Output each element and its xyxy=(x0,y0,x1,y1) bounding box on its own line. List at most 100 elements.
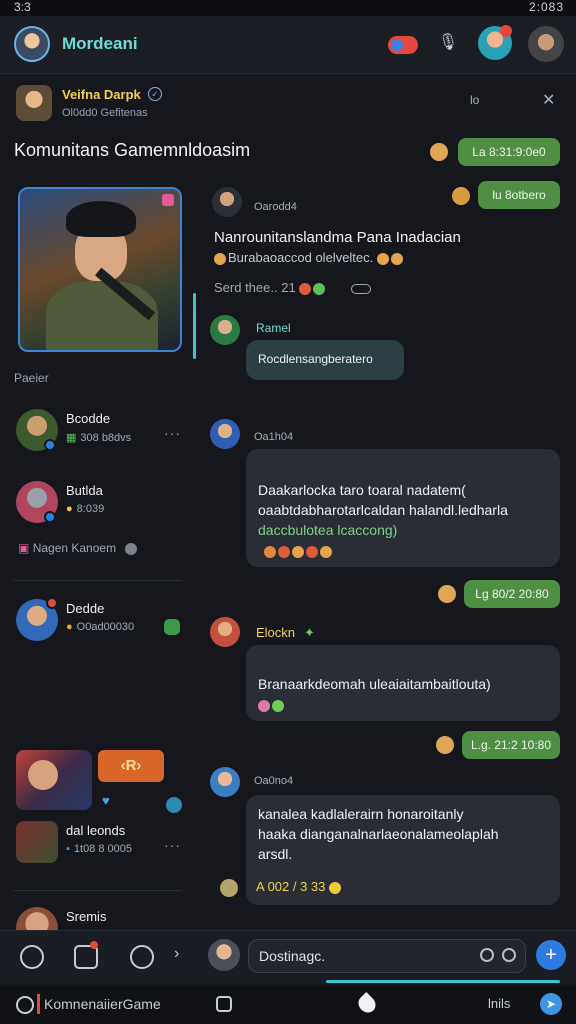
attach-icon[interactable] xyxy=(502,948,516,962)
reaction-row[interactable] xyxy=(264,543,334,561)
avatar[interactable] xyxy=(212,187,242,217)
avatar[interactable] xyxy=(210,767,240,797)
telegram-icon[interactable]: ➤ xyxy=(540,993,562,1015)
status-right: 2:083 xyxy=(528,0,564,14)
emoji-icon xyxy=(390,252,403,265)
message-meta-text: A 002 / 3 33 xyxy=(256,879,326,894)
more-icon[interactable]: ··· xyxy=(164,425,181,441)
contact-name: Bcodde xyxy=(66,411,111,426)
heart-icon[interactable]: ♥ xyxy=(102,793,110,808)
options-icon[interactable] xyxy=(350,283,371,294)
app-header: Mordeani 🎙 xyxy=(0,16,576,74)
coin-icon: ● xyxy=(66,503,73,515)
app-title: Mordeani xyxy=(62,34,138,53)
promo-button[interactable]: ‹R› xyxy=(98,750,164,782)
reaction-icon[interactable] xyxy=(220,879,238,897)
pin-icon[interactable] xyxy=(162,194,174,206)
message-bubble[interactable]: Branaarkdeomah uleaiaitambaitlouta) xyxy=(246,645,560,721)
list-item[interactable]: dal leonds ▪ 1t08 8 0005 ··· xyxy=(0,815,195,875)
brand-icon[interactable] xyxy=(16,996,34,1014)
controller-icon: ▪ xyxy=(66,843,70,855)
message-sender: Ramel xyxy=(256,321,291,335)
emoji-picker-icon[interactable] xyxy=(480,948,494,962)
divider xyxy=(14,580,182,581)
avatar[interactable] xyxy=(210,419,240,449)
brand-label[interactable]: KomnenaiierGame xyxy=(44,996,161,1012)
timestamp-pill[interactable]: L.g. 21:2 10:80 xyxy=(462,731,560,759)
list-item[interactable]: Dedde ● O0ad00030 xyxy=(0,593,195,653)
contact-meta: ▪ 1t08 8 0005 xyxy=(66,843,132,855)
message-bubble[interactable]: kanalea kadlalerairn honaroitanly haaka … xyxy=(246,795,560,905)
message-meta-text: Serd thee.. 21 xyxy=(214,280,296,295)
reaction-icon[interactable] xyxy=(438,585,456,603)
chat-subtitle: Ol0dd0 Gefitenas xyxy=(62,107,148,119)
message-text: Daakarlocka taro toaral nadatem( xyxy=(258,482,466,498)
compose-avatar[interactable] xyxy=(208,939,240,971)
avatar[interactable] xyxy=(210,617,240,647)
game-icon[interactable] xyxy=(164,619,180,635)
chat-name[interactable]: Veifna Darpk xyxy=(62,87,141,102)
message-bubble[interactable]: Rocdlensangberatero xyxy=(246,340,404,380)
message-bubble[interactable]: Daakarlocka taro toaral nadatem( oaabtda… xyxy=(246,449,560,567)
clock-icon[interactable] xyxy=(20,945,44,969)
coin-icon: ● xyxy=(66,621,73,633)
chevron-right-icon[interactable]: › xyxy=(174,945,179,963)
game-figure xyxy=(28,760,58,790)
timestamp-pill[interactable]: La 8:31:9:0e0 xyxy=(458,138,560,166)
message-sender: Oa1h04 xyxy=(254,431,294,443)
message-meta: A 002 / 3 33 xyxy=(256,879,343,894)
message-sender: Oa0no4 xyxy=(254,775,294,787)
featured-game-art[interactable] xyxy=(18,187,182,352)
more-icon[interactable]: ··· xyxy=(164,837,181,853)
my-avatar[interactable] xyxy=(14,26,50,62)
reaction-icon[interactable] xyxy=(430,143,448,161)
emoji-icon xyxy=(313,282,326,295)
timestamp-pill[interactable]: Lg 80/2 20:80 xyxy=(464,580,560,608)
window-icon[interactable] xyxy=(216,996,232,1012)
message-link[interactable]: daccbulotea lcaccong) xyxy=(258,521,397,540)
group-avatar[interactable] xyxy=(16,85,52,121)
more-button[interactable]: lo xyxy=(470,93,479,107)
mic-icon[interactable]: 🎙 xyxy=(436,32,460,56)
system-label[interactable]: lnils xyxy=(488,996,510,1011)
message-text: oaabtdabharotarlcaldan halandl.ledharla xyxy=(258,502,508,518)
collapse-icon[interactable]: ✕ xyxy=(542,90,555,110)
timestamp-pill[interactable]: lu 8otbero xyxy=(478,181,560,209)
emoji-icon xyxy=(292,545,304,558)
contact-meta-text: 308 b8dvs xyxy=(80,432,132,444)
chat-header: Veifna Darpk ✓ Ol0dd0 Gefitenas lo ✕ xyxy=(0,75,576,137)
contact-meta-text: O0ad00030 xyxy=(76,621,135,633)
list-item[interactable]: Bcodde ▦ 308 b8dvs ··· xyxy=(0,403,195,463)
game-thumbnail[interactable] xyxy=(16,750,92,810)
message-subtitle-text: Burabaoaccod olelveltec. xyxy=(228,250,374,265)
live-toggle[interactable] xyxy=(388,36,418,54)
list-item[interactable]: ▣ Nagen Kanoem xyxy=(18,541,138,555)
send-button[interactable]: + xyxy=(536,940,566,970)
emoji-icon xyxy=(306,545,318,558)
profile-avatar[interactable] xyxy=(528,26,564,62)
home-icon[interactable] xyxy=(354,991,380,1017)
message-text: arsdl. xyxy=(258,846,293,862)
status-time: 3:3 xyxy=(14,0,31,14)
contact-meta: ▦ 308 b8dvs xyxy=(66,431,131,444)
contacts-sidebar: Paeier Bcodde ▦ 308 b8dvs ··· Butlda ● 8:0… xyxy=(0,175,196,949)
online-badge xyxy=(44,511,56,523)
reaction-row[interactable] xyxy=(258,697,286,715)
gift-icon: ▣ xyxy=(18,541,30,555)
notification-badge xyxy=(46,597,58,609)
list-item[interactable]: Butlda ● 8:039 xyxy=(0,475,195,535)
message-text: Branaarkdeomah uleaiaitambaitlouta) xyxy=(258,676,491,692)
extra-line: Nagen Kanoem xyxy=(32,541,117,555)
reaction-icon[interactable] xyxy=(436,736,454,754)
contact-name: dal leonds xyxy=(66,823,126,838)
message-sender: Oarodd4 xyxy=(254,201,297,213)
info-icon[interactable] xyxy=(125,542,138,555)
emoji-icon xyxy=(299,282,312,295)
search-icon[interactable] xyxy=(130,945,154,969)
emoji-icon xyxy=(329,881,342,894)
reaction-icon[interactable] xyxy=(452,187,470,205)
system-bar: KomnenaiierGame lnils ➤ xyxy=(0,986,576,1024)
message-meta: Serd thee.. 21 xyxy=(214,280,371,295)
message-text: haaka dianganalnarlaeonalameolaplah xyxy=(258,826,499,842)
avatar[interactable] xyxy=(210,315,240,345)
